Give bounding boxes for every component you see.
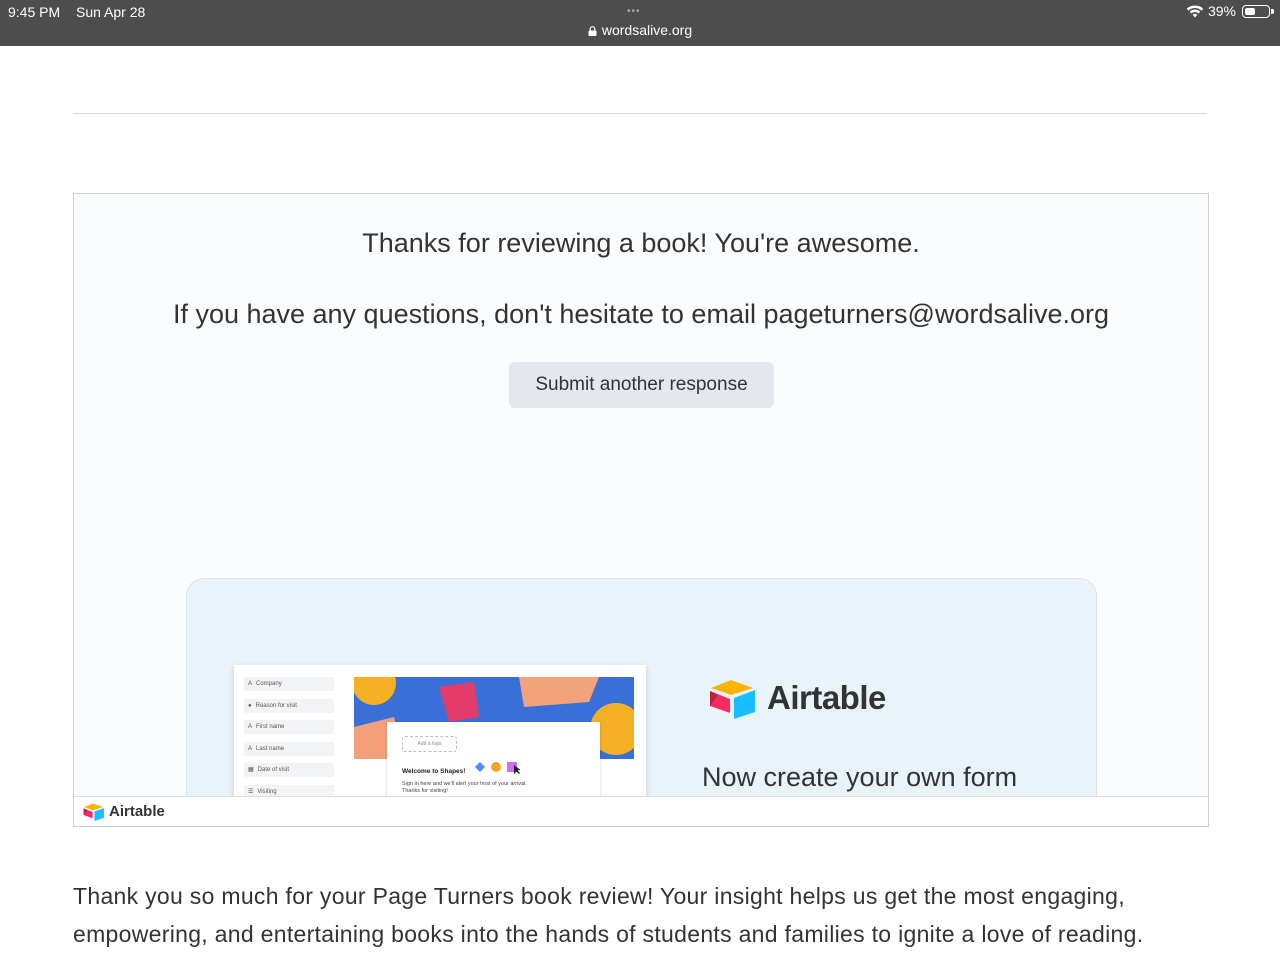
mock-field-list: A Company ● Reason for visit A First name A… bbox=[244, 677, 334, 806]
status-right: 39% bbox=[1186, 3, 1274, 19]
mock-field: A Company bbox=[244, 677, 334, 691]
mock-shapes-icon bbox=[475, 762, 521, 774]
status-time: 9:45 PM bbox=[8, 4, 61, 20]
mock-field: A Last name bbox=[244, 741, 334, 756]
mock-field: ▦ Date of visit bbox=[244, 763, 334, 777]
battery-percent: 39% bbox=[1207, 3, 1236, 19]
closing-paragraph: Thank you so much for your Page Turners … bbox=[73, 883, 1144, 947]
footer-airtable-wordmark: Airtable bbox=[109, 803, 165, 820]
airtable-wordmark: Airtable bbox=[767, 679, 886, 716]
thanks-message: Thanks for reviewing a book! You're awes… bbox=[362, 228, 920, 258]
airtable-embed: Thanks for reviewing a book! You're awes… bbox=[73, 193, 1209, 827]
embed-footer[interactable]: Airtable bbox=[74, 796, 1208, 826]
address-bar[interactable]: wordsalive.org bbox=[0, 22, 1280, 38]
header-divider bbox=[73, 113, 1207, 114]
mock-welcome: Welcome to Shapes! bbox=[402, 768, 466, 775]
mock-add-logo: Add a logo bbox=[402, 736, 457, 752]
browser-status-bar: 9:45 PM Sun Apr 28 ••• wordsalive.org 39… bbox=[0, 0, 1280, 46]
airtable-promo-card[interactable]: A Company ● Reason for visit A First name A… bbox=[186, 578, 1097, 826]
submit-another-response-button[interactable]: Submit another response bbox=[509, 362, 774, 408]
status-date: Sun Apr 28 bbox=[76, 4, 146, 20]
mock-field: ● Reason for visit bbox=[244, 698, 334, 713]
questions-message: If you have any questions, don't hesitat… bbox=[172, 299, 1110, 329]
url-text: wordsalive.org bbox=[601, 22, 693, 38]
airtable-logo-icon bbox=[83, 803, 104, 821]
mock-field: A First name bbox=[244, 720, 334, 734]
airtable-logo-icon bbox=[710, 680, 755, 719]
mock-sign-in: Sign in here and we'll alert your host o… bbox=[402, 781, 527, 794]
create-form-headline[interactable]: Now create your own form bbox=[702, 762, 1017, 793]
wifi-icon bbox=[1186, 4, 1204, 17]
battery-icon bbox=[1242, 4, 1274, 18]
lock-icon bbox=[588, 26, 597, 36]
tab-dots[interactable]: ••• bbox=[627, 6, 641, 17]
